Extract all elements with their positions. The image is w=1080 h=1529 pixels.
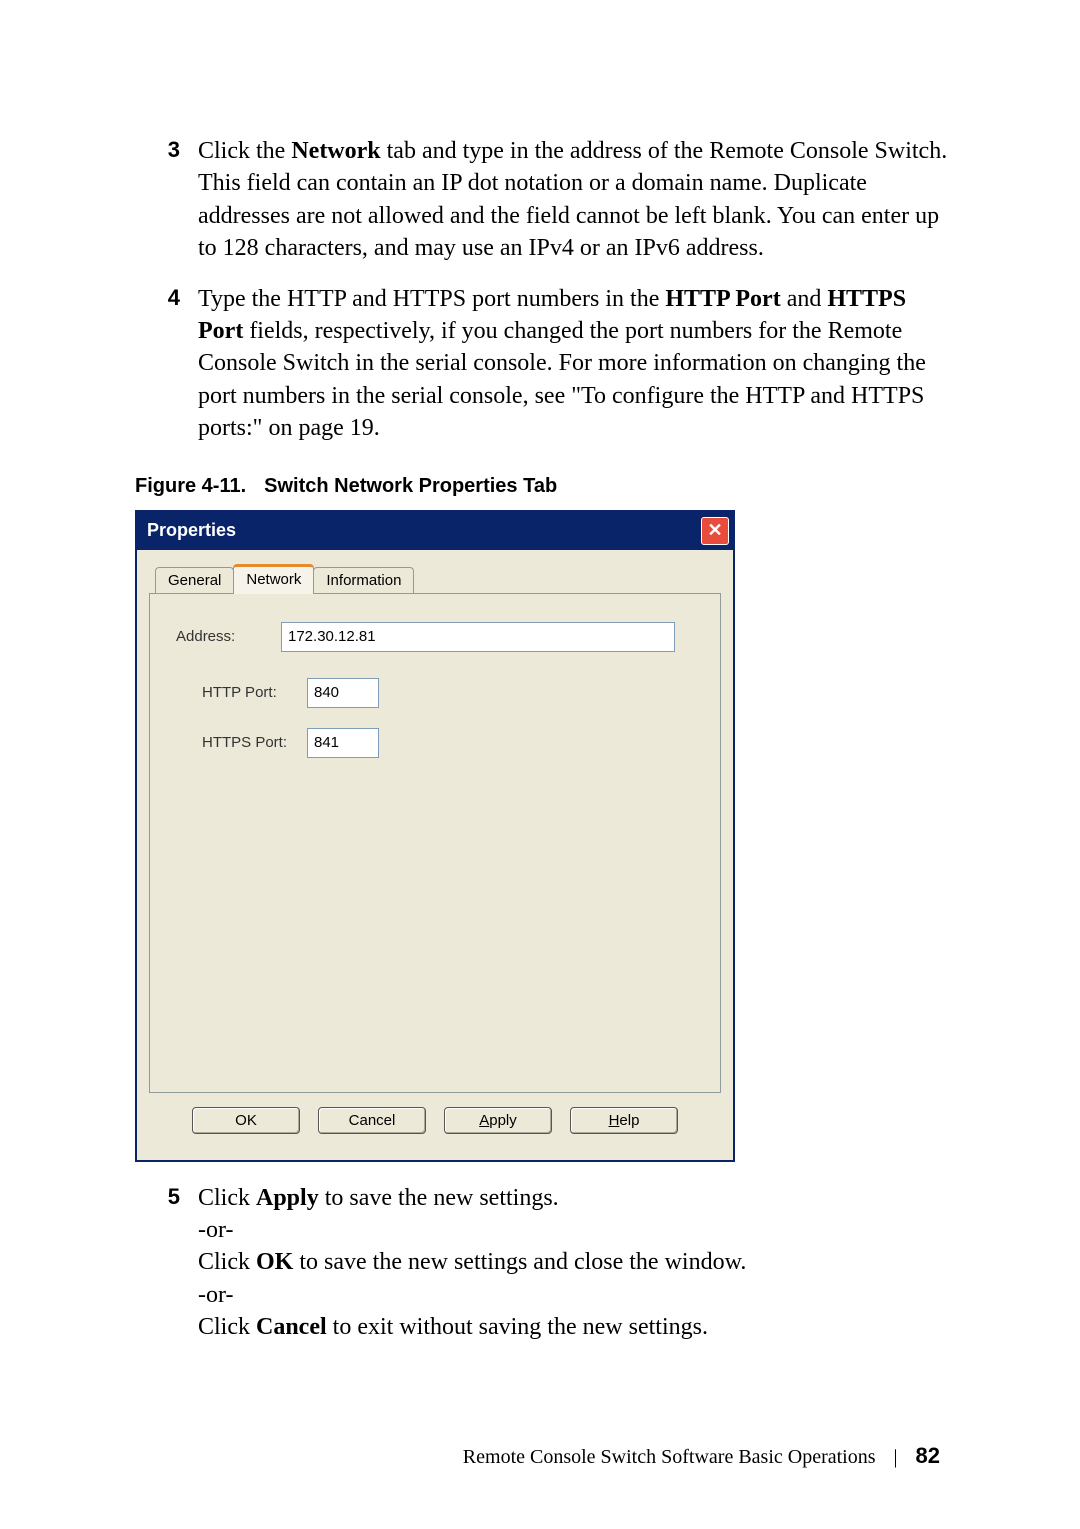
bold-term: Cancel [256, 1314, 327, 1340]
step-number: 4 [135, 283, 198, 445]
tab-strip: General Network Information [149, 564, 721, 594]
mnemonic: H [609, 1112, 620, 1129]
step-body: Type the HTTP and HTTPS port numbers in … [198, 283, 950, 445]
figure-title: Switch Network Properties Tab [264, 475, 557, 497]
text: Click [198, 1249, 256, 1275]
http-port-label: HTTP Port: [202, 684, 307, 701]
bold-term: OK [256, 1249, 293, 1275]
tab-information[interactable]: Information [313, 567, 414, 593]
tab-network[interactable]: Network [233, 564, 314, 594]
https-port-label: HTTPS Port: [202, 734, 307, 751]
cancel-button[interactable]: Cancel [318, 1107, 426, 1134]
text: Click the [198, 138, 291, 164]
text: to exit without saving the new settings. [327, 1314, 708, 1340]
http-port-input[interactable] [307, 678, 379, 708]
step-5: 5 Click Apply to save the new settings. … [135, 1182, 950, 1344]
dialog-title: Properties [147, 520, 236, 541]
ok-button[interactable]: OK [192, 1107, 300, 1134]
text: Click [198, 1185, 256, 1211]
bold-term: HTTP Port [665, 286, 780, 312]
text: to save the new settings. [319, 1185, 559, 1211]
dialog-button-row: OK Cancel Apply Help [149, 1093, 721, 1150]
tab-content-network: Address: HTTP Port: HTTPS Port: [149, 594, 721, 1093]
text: elp [619, 1112, 639, 1129]
address-label: Address: [176, 628, 281, 645]
step-3: 3 Click the Network tab and type in the … [135, 135, 950, 265]
tab-general[interactable]: General [155, 567, 234, 593]
or-separator: -or- [198, 1214, 950, 1246]
text: Type the HTTP and HTTPS port numbers in … [198, 286, 665, 312]
bold-term: Network [291, 138, 380, 164]
apply-button[interactable]: Apply [444, 1107, 552, 1134]
mnemonic: A [479, 1112, 489, 1129]
https-port-input[interactable] [307, 728, 379, 758]
footer-separator: | [881, 1446, 911, 1469]
text: fields, respectively, if you changed the… [198, 318, 926, 441]
step-4: 4 Type the HTTP and HTTPS port numbers i… [135, 283, 950, 445]
step-number: 5 [135, 1182, 198, 1344]
text: and [781, 286, 828, 312]
or-separator: -or- [198, 1279, 950, 1311]
close-icon[interactable]: ✕ [701, 517, 729, 545]
text: pply [489, 1112, 517, 1129]
footer-chapter: Remote Console Switch Software Basic Ope… [463, 1446, 876, 1468]
footer-page-number: 82 [916, 1443, 940, 1468]
figure-label: Figure 4-11. [135, 475, 246, 497]
help-button[interactable]: Help [570, 1107, 678, 1134]
bold-term: Apply [256, 1185, 319, 1211]
step-number: 3 [135, 135, 198, 265]
step-body: Click the Network tab and type in the ad… [198, 135, 950, 265]
dialog-titlebar[interactable]: Properties ✕ [137, 512, 733, 550]
text: to save the new settings and close the w… [293, 1249, 746, 1275]
figure-caption: Figure 4-11. Switch Network Properties Ta… [135, 475, 950, 498]
properties-dialog: Properties ✕ General Network Information… [135, 510, 735, 1162]
address-input[interactable] [281, 622, 675, 652]
step-body: Click Apply to save the new settings. -o… [198, 1182, 950, 1344]
page-footer: Remote Console Switch Software Basic Ope… [463, 1443, 940, 1469]
text: Click [198, 1314, 256, 1340]
